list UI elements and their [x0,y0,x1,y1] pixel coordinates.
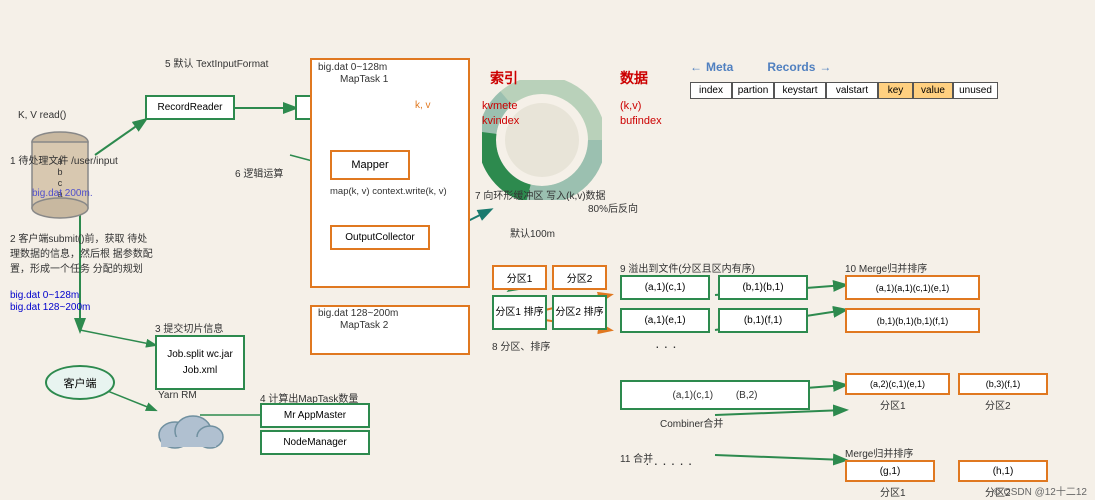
bigdat-label2: big.dat 128~200m [10,302,90,313]
meta-arrow-left: ← [690,60,702,74]
dots2: · · · · · · [645,455,692,471]
diagram-container: K, V read() a b c a 1 待处理文件 /user/input … [0,0,1095,500]
file-cylinder: a b c a [30,130,90,220]
index-col: index [690,82,732,99]
bigdat-label1: big.dat 0~128m [10,290,79,301]
combiner-box: (a,1)(c,1) (B,2) [620,380,810,410]
step6-label: 6 逻辑运算 [235,165,283,180]
dots1: · · · [655,338,677,354]
partition1-sort-box: 分区1 排序 [492,295,547,330]
value-col: value [913,82,953,99]
mapper-box: Mapper [330,150,410,180]
bufindex-label: bufindex [620,115,662,127]
mapkv-label: map(k, v) context.write(k, v) [330,185,447,198]
default100m-label: 默认100m [510,225,555,240]
meta-records-header: ← Meta Records → [690,60,831,74]
merge2-box: (b,1)(b,1)(b,1)(f,1) [845,308,980,333]
merge-sort-label: Merge归并排序 [845,445,913,460]
bigdat-file1: big.dat 200m. [32,188,93,199]
combiner-result2-box: (b,3)(f,1) [958,373,1048,395]
partition2-sort-box: 分区2 排序 [552,295,607,330]
footer: © CSDN @12十二12 [993,483,1087,498]
index-label: 索引 [490,68,518,88]
step2-label: 2 客户端submit()前，获取 待处理数据的信息，然后根 据参数配置，形成一… [10,232,155,277]
final2-box: (h,1) [958,460,1048,482]
combiner-p1-label: 分区1 [880,397,906,412]
unused-col: unused [953,82,998,99]
meta-label-text: Meta [706,60,733,74]
maptask1-label: MapTask 1 [340,74,388,85]
data-label: 数据 [620,68,648,88]
recordreader-box: RecordReader [145,95,235,120]
a1e1-box: (a,1)(e,1) [620,308,710,333]
step5-label: 5 默认 TextInputFormat [165,58,268,72]
percent80-label: 80%后反向 [588,200,638,215]
kvmete-label: kvmete [482,100,517,112]
outputcollector-box: OutputCollector [330,225,430,250]
combiner-label: Combiner合并 [660,415,723,430]
job-split-box: Job.split wc.jar Job.xml [155,335,245,390]
combiner-inner-label: (a,1)(c,1) (B,2) [672,390,757,401]
records-label-text: Records [767,60,815,74]
step10-label: 10 Merge归并排序 [845,260,927,275]
kvindex-label: kvindex [482,115,519,127]
merge1-box: (a,1)(a,1)(c,1)(e,1) [845,275,980,300]
nodemanager-box: NodeManager [260,430,370,455]
maptask2-label: MapTask 2 [340,320,388,331]
partition2-box: 分区2 [552,265,607,290]
step3-label: 3 提交切片信息 [155,320,223,335]
bigdat-128200-label: big.dat 128~200m [318,308,398,319]
keystart-col: keystart [774,82,826,99]
final1-box: (g,1) [845,460,935,482]
b1f1-box: (b,1)(f,1) [718,308,808,333]
final-p1-label: 分区1 [880,484,906,499]
bigdat-0128-label: big.dat 0~128m [318,62,387,73]
partition1-box: 分区1 [492,265,547,290]
step8-label: 8 分区、排序 [492,338,550,353]
combiner-p2-label: 分区2 [985,397,1011,412]
combiner-result1-box: (a,2)(c,1)(e,1) [845,373,950,395]
step9-label: 9 溢出到文件(分区且区内有序) [620,260,755,275]
svg-text:c: c [58,178,63,188]
records-arrow-right: → [819,60,831,74]
key-col: key [878,82,913,99]
appmaster-box: Mr AppMaster [260,403,370,428]
meta-records-table: index partion keystart valstart key valu… [690,82,998,99]
kv-inner-label: k, v [415,100,431,111]
kv-label: K, V read() [18,110,66,121]
b1b1-box: (b,1)(b,1) [718,275,808,300]
partion-col: partion [732,82,774,99]
file-info: 1 待处理文件 /user/input [10,155,118,169]
valstart-col: valstart [826,82,878,99]
cloud-icon [155,405,225,453]
ring-buffer-area [482,80,602,203]
client-oval: 客户端 [45,365,115,400]
a1c1-box: (a,1)(c,1) [620,275,710,300]
step7-label: 7 向环形缓冲区 写入(k,v)数据 [475,190,606,204]
yarn-label: Yarn RM [158,390,197,401]
kv-data-label: (k,v) [620,100,641,112]
